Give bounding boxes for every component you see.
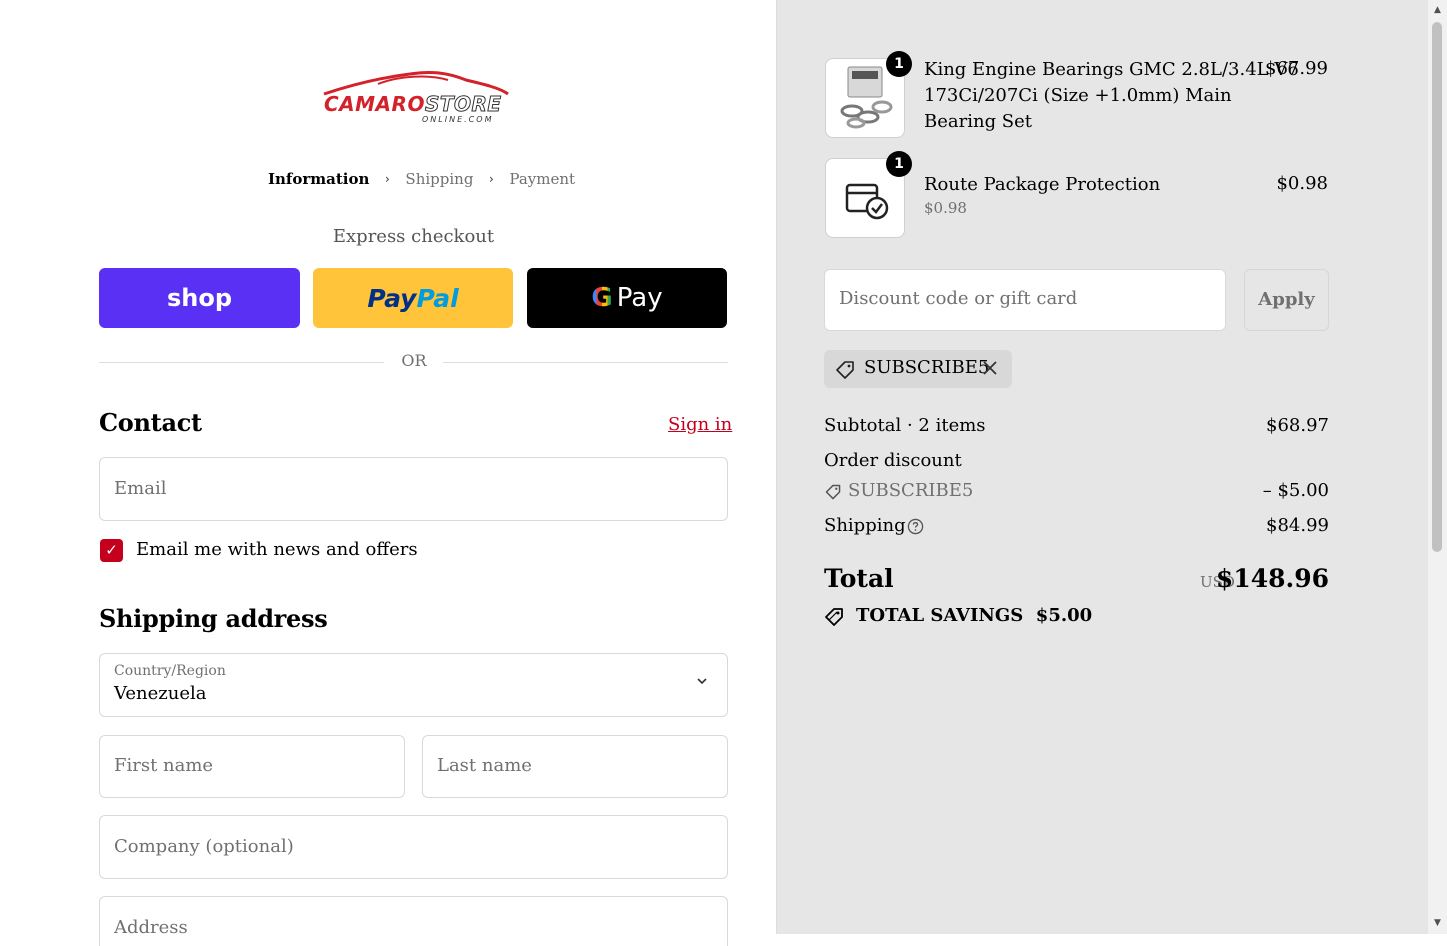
total-value: $148.96 — [1215, 564, 1329, 593]
discount-code-input[interactable]: Discount code or gift card — [824, 269, 1226, 331]
total-savings-value: $5.00 — [1035, 605, 1093, 626]
breadcrumb-shipping: Shipping — [405, 170, 474, 188]
first-name-placeholder: First name — [114, 755, 214, 776]
applied-discount-code: SUBSCRIBE5 — [864, 357, 990, 378]
item-name-line: 173Ci/207Ci (Size +1.0mm) Main — [924, 85, 1232, 106]
shipping-address-heading: Shipping address — [99, 604, 328, 633]
last-name-placeholder: Last name — [437, 755, 532, 776]
address-field[interactable]: Address — [99, 896, 728, 946]
google-pay-label: Pay — [616, 283, 663, 313]
google-g-icon: G — [591, 283, 613, 313]
divider-left — [99, 362, 384, 363]
applied-discount-chip: SUBSCRIBE5 — [824, 350, 1012, 388]
newsletter-checkbox[interactable]: ✓ — [100, 539, 123, 562]
item-quantity-badge: 1 — [886, 51, 912, 77]
shop-pay-label: shop — [166, 284, 233, 312]
last-name-field[interactable]: Last name — [422, 735, 728, 798]
item-name: Route Package Protection — [924, 174, 1161, 195]
close-icon[interactable] — [982, 360, 998, 376]
country-value: Venezuela — [114, 683, 207, 704]
divider-right — [443, 362, 728, 363]
breadcrumb: Information › Shipping › Payment — [268, 170, 575, 188]
newsletter-label[interactable]: Email me with news and offers — [136, 539, 418, 560]
subtotal-value: $68.97 — [1266, 415, 1329, 436]
scroll-up-arrow-icon[interactable]: ▲ — [1431, 5, 1444, 15]
total-label: Total — [824, 564, 894, 593]
total-savings: TOTAL SAVINGS $5.00 — [856, 605, 1092, 626]
chevron-down-icon — [697, 678, 707, 685]
item-unit-price: $0.98 — [924, 199, 967, 217]
item-quantity-badge: 1 — [886, 151, 912, 177]
address-placeholder: Address — [114, 917, 188, 938]
item-name: King Engine Bearings GMC 2.8L/3.4L V6 17… — [924, 57, 1299, 135]
item-price: $0.98 — [1276, 173, 1328, 194]
help-circle-icon[interactable] — [907, 518, 924, 535]
item-price: $67.99 — [1265, 58, 1328, 79]
scrollbar-thumb[interactable] — [1432, 22, 1442, 552]
shop-pay-button[interactable]: shop — [99, 268, 300, 328]
breadcrumb-payment: Payment — [509, 170, 576, 188]
paypal-label-pay: Pay — [367, 283, 417, 313]
express-checkout-title: Express checkout — [332, 226, 495, 247]
or-divider-text: OR — [401, 351, 427, 370]
tag-icon — [836, 361, 854, 379]
apply-discount-button[interactable]: Apply — [1244, 269, 1329, 331]
logo-wordmark: CAMAROSTORE — [324, 92, 502, 117]
savings-tag-icon — [825, 608, 843, 626]
order-discount-code: SUBSCRIBE5 — [848, 480, 974, 501]
paypal-button[interactable]: Pay Pal — [313, 268, 513, 328]
shipping-label: Shipping — [824, 515, 906, 536]
chevron-right-icon: › — [489, 172, 494, 186]
order-discount-label: Order discount — [824, 450, 962, 471]
shipping-value: $84.99 — [1266, 515, 1329, 536]
scroll-down-arrow-icon[interactable]: ▼ — [1431, 918, 1444, 928]
paypal-label-pal: Pal — [416, 283, 459, 313]
store-logo[interactable]: CAMAROSTORE ONLINE.COM — [318, 68, 512, 130]
country-label: Country/Region — [114, 663, 226, 679]
sign-in-link[interactable]: Sign in — [668, 414, 732, 435]
company-field[interactable]: Company (optional) — [99, 815, 728, 879]
order-discount-value: – $5.00 — [1262, 480, 1329, 501]
company-placeholder: Company (optional) — [114, 836, 294, 857]
google-pay-button[interactable]: G Pay — [527, 268, 727, 328]
email-placeholder: Email — [114, 478, 167, 499]
email-field[interactable]: Email — [99, 457, 728, 521]
breadcrumb-information[interactable]: Information — [268, 170, 369, 188]
total-savings-label: TOTAL SAVINGS — [856, 605, 1024, 626]
discount-placeholder: Discount code or gift card — [839, 288, 1078, 309]
item-name-line: Bearing Set — [924, 111, 1033, 132]
chevron-right-icon: › — [385, 172, 390, 186]
logo-subtitle: ONLINE.COM — [422, 115, 494, 124]
first-name-field[interactable]: First name — [99, 735, 405, 798]
country-select[interactable]: Country/Region Venezuela — [99, 653, 728, 717]
contact-heading: Contact — [99, 408, 202, 437]
subtotal-label: Subtotal · 2 items — [824, 415, 986, 436]
tag-icon — [825, 484, 841, 500]
item-name-line: King Engine Bearings GMC 2.8L/3.4L V6 — [924, 59, 1299, 80]
